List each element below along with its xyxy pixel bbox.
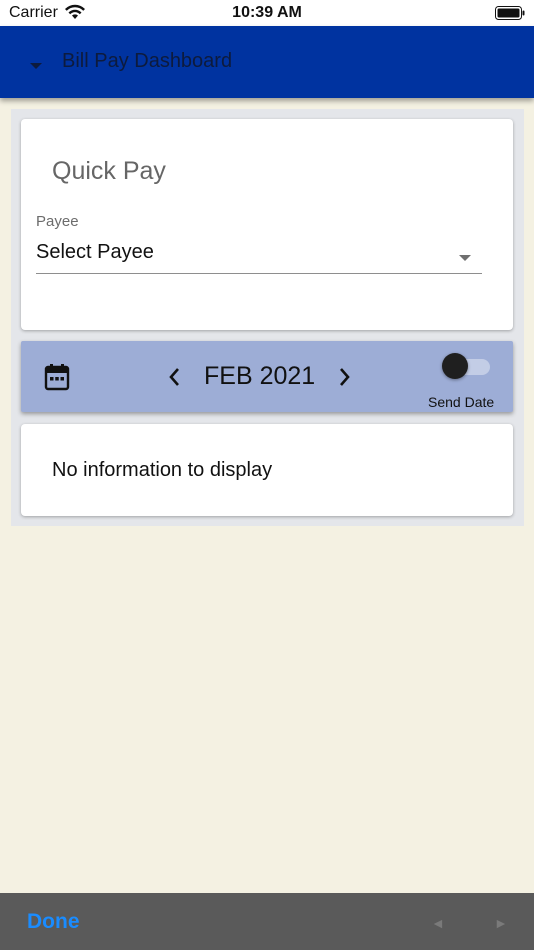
current-month-label: FEB 2021 (204, 362, 316, 390)
quick-pay-card: Quick Pay Payee Select Payee (21, 119, 513, 330)
dropdown-arrow-icon[interactable] (458, 249, 472, 267)
caret-down-icon[interactable] (29, 57, 43, 75)
month-navigation-bar: FEB 2021 Send Date (21, 341, 513, 412)
previous-field-icon[interactable]: ◄ (431, 915, 445, 931)
empty-state-message: No information to display (52, 459, 273, 481)
battery-icon (495, 6, 525, 25)
payee-select-value: Select Payee (36, 241, 154, 263)
toggle-knob (442, 353, 468, 379)
clock: 10:39 AM (232, 4, 302, 21)
send-date-toggle[interactable] (442, 353, 492, 381)
done-button[interactable]: Done (27, 910, 80, 934)
status-bar: Carrier 10:39 AM (0, 0, 534, 26)
payee-select[interactable]: Select Payee (36, 237, 482, 274)
app-bar: Bill Pay Dashboard (0, 26, 534, 98)
info-card: No information to display (21, 424, 513, 516)
calendar-icon[interactable] (44, 363, 70, 396)
send-date-label: Send Date (428, 394, 495, 410)
next-field-icon[interactable]: ► (494, 915, 508, 931)
payee-label: Payee (36, 213, 79, 230)
page-title: Bill Pay Dashboard (62, 50, 233, 72)
keyboard-toolbar: Done ◄ ► (0, 893, 534, 950)
quick-pay-title: Quick Pay (52, 157, 166, 185)
chevron-right-icon[interactable] (334, 366, 354, 388)
chevron-left-icon[interactable] (165, 366, 185, 388)
